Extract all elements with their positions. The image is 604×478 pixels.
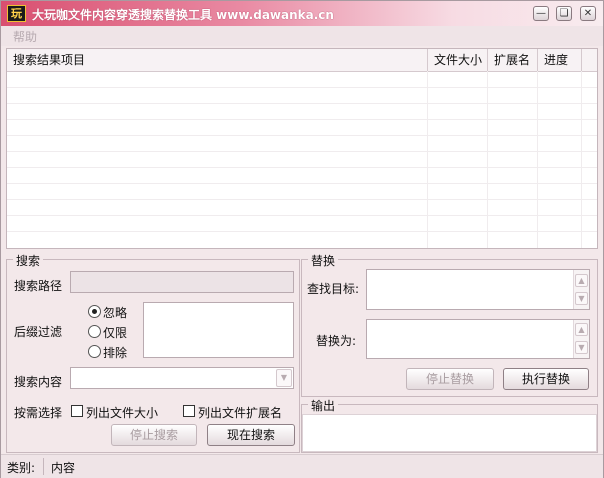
column-header-item[interactable]: 搜索结果项目 bbox=[7, 49, 428, 71]
status-divider bbox=[43, 458, 44, 475]
replace-with-scrollbar[interactable]: ▲ ▼ bbox=[573, 320, 589, 358]
grid-row-line bbox=[7, 103, 597, 104]
radio-selected-dot bbox=[92, 309, 97, 314]
menu-help[interactable]: 帮助 bbox=[13, 28, 37, 45]
close-icon: ✕ bbox=[583, 8, 593, 19]
results-header: 搜索结果项目 文件大小 扩展名 进度 bbox=[7, 49, 597, 72]
grid-row-line bbox=[7, 135, 597, 136]
search-group-title: 搜索 bbox=[13, 252, 44, 269]
stop-search-button[interactable]: 停止搜索 bbox=[111, 424, 197, 446]
replace-with-field[interactable]: ▲ ▼ bbox=[366, 319, 590, 359]
find-target-label: 查找目标: bbox=[307, 282, 360, 296]
search-content-combobox[interactable]: ▼ bbox=[70, 367, 294, 389]
scroll-up-icon[interactable]: ▲ bbox=[575, 323, 588, 336]
replace-group: 替换 查找目标: ▲ ▼ 替换为: ▲ ▼ 停止替换 执行替换 bbox=[301, 252, 598, 397]
restore-icon: ❏ bbox=[559, 8, 569, 19]
column-header-progress[interactable]: 进度 bbox=[538, 49, 582, 71]
title-bar[interactable]: 玩 大玩咖文件内容穿透搜索替换工具 www.dawanka.cn — ❏ ✕ bbox=[1, 1, 603, 26]
checkbox-list-extension[interactable] bbox=[183, 405, 195, 417]
start-search-button[interactable]: 现在搜索 bbox=[207, 424, 295, 446]
radio-exclude[interactable] bbox=[88, 345, 101, 358]
output-group: 输出 bbox=[301, 397, 598, 453]
output-textarea[interactable] bbox=[302, 414, 597, 452]
column-header-extension[interactable]: 扩展名 bbox=[488, 49, 538, 71]
column-divider bbox=[537, 71, 538, 248]
grid-row-line bbox=[7, 151, 597, 152]
status-bar: 类别: 内容 bbox=[1, 454, 603, 478]
suffix-filter-textarea[interactable] bbox=[143, 302, 294, 358]
grid-row-line bbox=[7, 119, 597, 120]
grid-row-line bbox=[7, 167, 597, 168]
menu-bar: 帮助 bbox=[1, 26, 603, 46]
restore-button[interactable]: ❏ bbox=[556, 6, 572, 21]
radio-ignore-label[interactable]: 忽略 bbox=[103, 304, 127, 321]
scroll-down-icon[interactable]: ▼ bbox=[575, 341, 588, 354]
app-logo-icon: 玩 bbox=[7, 5, 26, 22]
status-category-value: 内容 bbox=[51, 461, 76, 475]
select-options-label: 按需选择 bbox=[14, 406, 63, 420]
suffix-filter-label: 后缀过滤 bbox=[14, 325, 63, 339]
grid-row-line bbox=[7, 199, 597, 200]
checkbox-list-extension-label[interactable]: 列出文件扩展名 bbox=[198, 404, 282, 421]
minimize-button[interactable]: — bbox=[533, 6, 549, 21]
grid-row-line bbox=[7, 87, 597, 88]
search-path-field[interactable] bbox=[70, 271, 294, 293]
replace-group-title: 替换 bbox=[308, 252, 339, 269]
execute-replace-button[interactable]: 执行替换 bbox=[503, 368, 589, 390]
radio-only-label[interactable]: 仅限 bbox=[103, 324, 127, 341]
stop-replace-button[interactable]: 停止替换 bbox=[406, 368, 494, 390]
column-divider bbox=[427, 71, 428, 248]
grid-row-line bbox=[7, 231, 597, 232]
radio-only[interactable] bbox=[88, 325, 101, 338]
column-divider bbox=[487, 71, 488, 248]
window-title: 大玩咖文件内容穿透搜索替换工具 www.dawanka.cn bbox=[32, 8, 334, 22]
replace-with-label: 替换为: bbox=[316, 334, 357, 348]
status-category-label: 类别: bbox=[7, 461, 36, 475]
output-group-title: 输出 bbox=[308, 397, 339, 414]
app-window: 玩 大玩咖文件内容穿透搜索替换工具 www.dawanka.cn — ❏ ✕ 帮… bbox=[0, 0, 604, 478]
find-target-field[interactable]: ▲ ▼ bbox=[366, 269, 590, 310]
grid-row-line bbox=[7, 183, 597, 184]
chevron-down-icon[interactable]: ▼ bbox=[276, 369, 292, 387]
search-group: 搜索 搜索路径 后缀过滤 忽略 仅限 排除 搜索内容 ▼ 按需选择 列出文件大小… bbox=[6, 252, 300, 453]
checkbox-list-size-label[interactable]: 列出文件大小 bbox=[86, 404, 158, 421]
results-list[interactable]: 搜索结果项目 文件大小 扩展名 进度 bbox=[6, 48, 598, 249]
scroll-down-icon[interactable]: ▼ bbox=[575, 292, 588, 305]
radio-exclude-label[interactable]: 排除 bbox=[103, 344, 127, 361]
minimize-icon: — bbox=[536, 8, 546, 19]
search-content-label: 搜索内容 bbox=[14, 375, 63, 389]
find-target-scrollbar[interactable]: ▲ ▼ bbox=[573, 270, 589, 309]
close-button[interactable]: ✕ bbox=[580, 6, 596, 21]
radio-ignore[interactable] bbox=[88, 305, 101, 318]
column-header-size[interactable]: 文件大小 bbox=[428, 49, 488, 71]
scroll-up-icon[interactable]: ▲ bbox=[575, 274, 588, 287]
grid-row-line bbox=[7, 215, 597, 216]
column-divider bbox=[581, 71, 582, 248]
checkbox-list-size[interactable] bbox=[71, 405, 83, 417]
search-path-label: 搜索路径 bbox=[14, 279, 63, 293]
